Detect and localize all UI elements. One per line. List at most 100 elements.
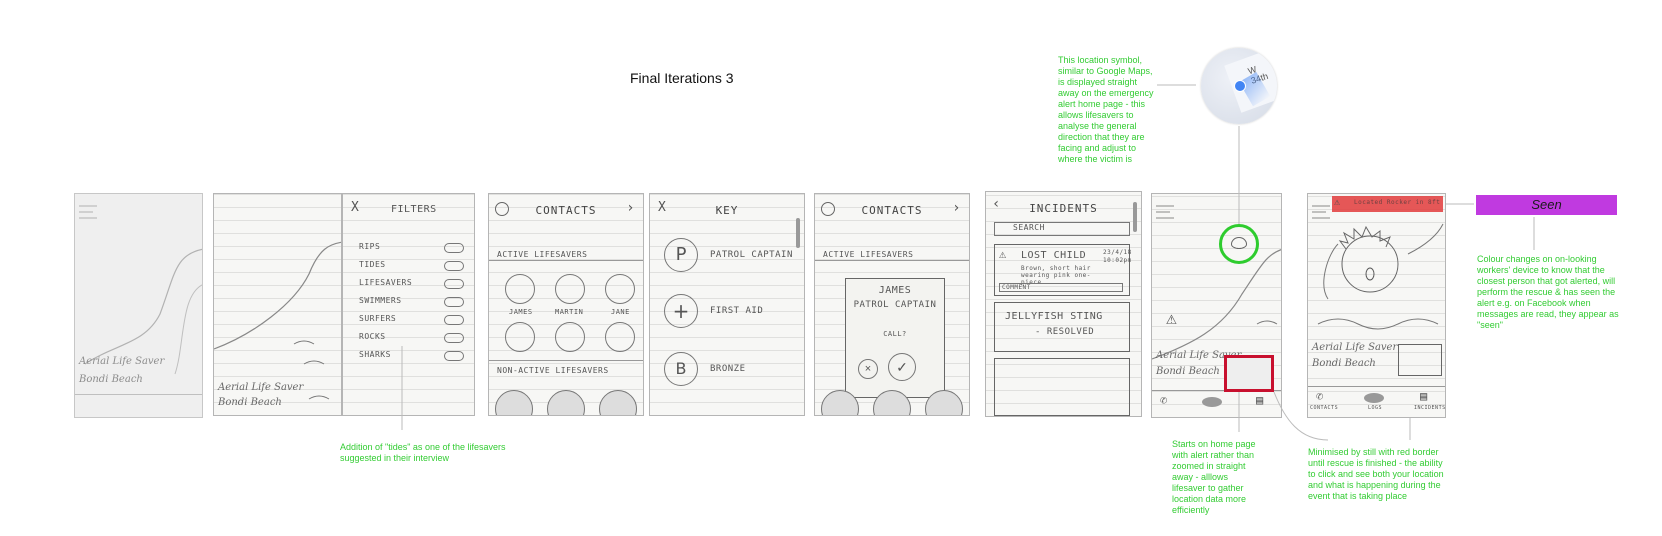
map-thumbnail[interactable] xyxy=(1398,344,1442,376)
filter-item[interactable]: SURFERS xyxy=(359,314,464,332)
comment-field[interactable]: COMMENT xyxy=(999,283,1123,292)
chevron-right-icon[interactable]: › xyxy=(952,200,961,216)
incidents-icon[interactable]: ▤ xyxy=(1256,393,1264,407)
home-title: Aerial Life Saver xyxy=(218,382,304,393)
filter-item[interactable]: LIFESAVERS xyxy=(359,278,464,296)
avatar[interactable] xyxy=(925,390,963,415)
toggle-switch[interactable] xyxy=(444,297,464,307)
phone-icon[interactable]: ✆ xyxy=(1160,393,1168,407)
search-input[interactable]: SEARCH xyxy=(994,222,1130,236)
phone-icon[interactable]: ✆ xyxy=(1316,389,1324,403)
sketch-contacts: CONTACTS › ACTIVE LIFESAVERS JAMES MARTI… xyxy=(488,193,644,416)
close-icon[interactable]: X xyxy=(351,200,359,215)
toggle-switch[interactable] xyxy=(444,279,464,289)
filter-label: SHARKS xyxy=(359,350,391,359)
annotation-home: Starts on home page with alert rather th… xyxy=(1172,439,1256,515)
sketch-map: Aerial Life Saver Bondi Beach xyxy=(213,193,342,416)
accept-button[interactable]: ✓ xyxy=(888,353,916,381)
incident-card[interactable]: JELLYFISH STING - RESOLVED xyxy=(994,302,1130,352)
bottom-nav xyxy=(75,394,202,417)
avatar[interactable] xyxy=(555,274,585,304)
sketch-home-faded: Aerial Life Saver Bondi Beach xyxy=(74,193,203,418)
divider xyxy=(489,360,643,361)
decline-button[interactable]: × xyxy=(858,359,878,379)
toggle-switch[interactable] xyxy=(444,261,464,271)
contacts-header: CONTACTS xyxy=(535,204,597,217)
incident-title: JELLYFISH STING xyxy=(1005,311,1103,322)
home-title: Aerial Life Saver xyxy=(1312,342,1398,353)
annotation-tides: Addition of "tides" as one of the lifesa… xyxy=(340,442,506,463)
home-subtitle: Bondi Beach xyxy=(79,374,143,385)
toggle-switch[interactable] xyxy=(444,243,464,253)
call-prompt: CALL? xyxy=(883,330,907,338)
filter-item[interactable]: TIDES xyxy=(359,260,464,278)
logs-icon[interactable] xyxy=(1202,397,1222,407)
section-inactive: NON-ACTIVE LIFESAVERS xyxy=(497,366,609,375)
toggle-switch[interactable] xyxy=(444,315,464,325)
nav-label: CONTACTS xyxy=(1310,405,1339,411)
logs-icon[interactable] xyxy=(1364,393,1384,403)
avatar[interactable] xyxy=(599,390,637,415)
avatar[interactable] xyxy=(605,274,635,304)
toggle-switch[interactable] xyxy=(444,333,464,343)
avatar[interactable] xyxy=(547,390,585,415)
bottom-nav: ✆ CONTACTS LOGS ▤ INCIDENTS xyxy=(1308,386,1445,417)
sketch-alert-detail: ⚠ Located Rocker in 8ft Aerial Life Save… xyxy=(1307,193,1446,418)
key-header: KEY xyxy=(715,204,739,217)
filter-list: RIPS TIDES LIFESAVERS SWIMMERS SURFERS R… xyxy=(359,242,464,368)
key-item: FIRST AID xyxy=(710,306,764,316)
warning-icon[interactable]: ⚠ xyxy=(1166,308,1177,329)
filter-item[interactable]: ROCKS xyxy=(359,332,464,350)
filter-label: SURFERS xyxy=(359,314,397,323)
section-active: ACTIVE LIFESAVERS xyxy=(823,250,914,259)
divider xyxy=(489,260,643,261)
home-subtitle: Bondi Beach xyxy=(1312,358,1376,369)
filter-label: LIFESAVERS xyxy=(359,278,413,287)
contact-name: JAMES xyxy=(509,308,533,316)
page-title: Final Iterations 3 xyxy=(630,70,734,86)
filter-item[interactable]: SWIMMERS xyxy=(359,296,464,314)
sketch-filters: X FILTERS RIPS TIDES LIFESAVERS SWIMMERS… xyxy=(342,193,475,416)
incident-card[interactable]: ⚠ LOST CHILD 23/4/18 10:02pm Brown, shor… xyxy=(994,244,1132,296)
home-subtitle: Bondi Beach xyxy=(218,397,282,408)
filters-header: FILTERS xyxy=(391,204,437,215)
minimised-alert-highlight[interactable] xyxy=(1224,355,1274,392)
contact-name: JANE xyxy=(611,308,630,316)
victim-sketch xyxy=(1312,205,1444,330)
bottom-nav: ✆ ▤ xyxy=(1152,390,1281,417)
sketch-contacts-call: CONTACTS › ACTIVE LIFESAVERS JAMES PATRO… xyxy=(814,193,970,416)
incidents-icon[interactable]: ▤ xyxy=(1420,389,1428,403)
toggle-switch[interactable] xyxy=(444,351,464,361)
contact-name: MARTIN xyxy=(555,308,584,316)
warning-icon: ⚠ xyxy=(999,247,1007,261)
seen-badge: Seen xyxy=(1476,195,1617,215)
annotation-location: This location symbol, similar to Google … xyxy=(1058,55,1154,164)
incident-time: 10:02pm xyxy=(1103,257,1132,264)
location-symbol-icon[interactable] xyxy=(1231,237,1247,249)
scrollbar[interactable] xyxy=(1133,202,1137,232)
location-dot-icon xyxy=(1234,80,1246,92)
avatar[interactable] xyxy=(505,322,535,352)
filter-label: TIDES xyxy=(359,260,386,269)
home-subtitle: Bondi Beach xyxy=(1156,366,1220,377)
filter-item[interactable]: SHARKS xyxy=(359,350,464,368)
incident-title: LOST CHILD xyxy=(1021,250,1087,261)
incident-card[interactable] xyxy=(994,358,1130,416)
bronze-icon: B xyxy=(664,352,698,386)
call-name: JAMES xyxy=(878,285,912,296)
avatar[interactable] xyxy=(605,322,635,352)
chevron-right-icon[interactable]: › xyxy=(626,200,635,216)
scrollbar[interactable] xyxy=(796,218,800,248)
sketch-key: X KEY P PATROL CAPTAIN + FIRST AID B BRO… xyxy=(649,193,805,416)
avatar[interactable] xyxy=(555,322,585,352)
nav-label: LOGS xyxy=(1368,405,1383,411)
incidents-header: INCIDENTS xyxy=(1029,202,1098,215)
filter-item[interactable]: RIPS xyxy=(359,242,464,260)
incident-status: - RESOLVED xyxy=(1035,327,1095,337)
filter-label: RIPS xyxy=(359,242,381,251)
avatar[interactable] xyxy=(495,390,533,415)
annotation-minimised: Minimised by still with red border until… xyxy=(1308,447,1444,501)
avatar[interactable] xyxy=(505,274,535,304)
section-active: ACTIVE LIFESAVERS xyxy=(497,250,588,259)
nav-label: INCIDENTS xyxy=(1414,405,1446,411)
